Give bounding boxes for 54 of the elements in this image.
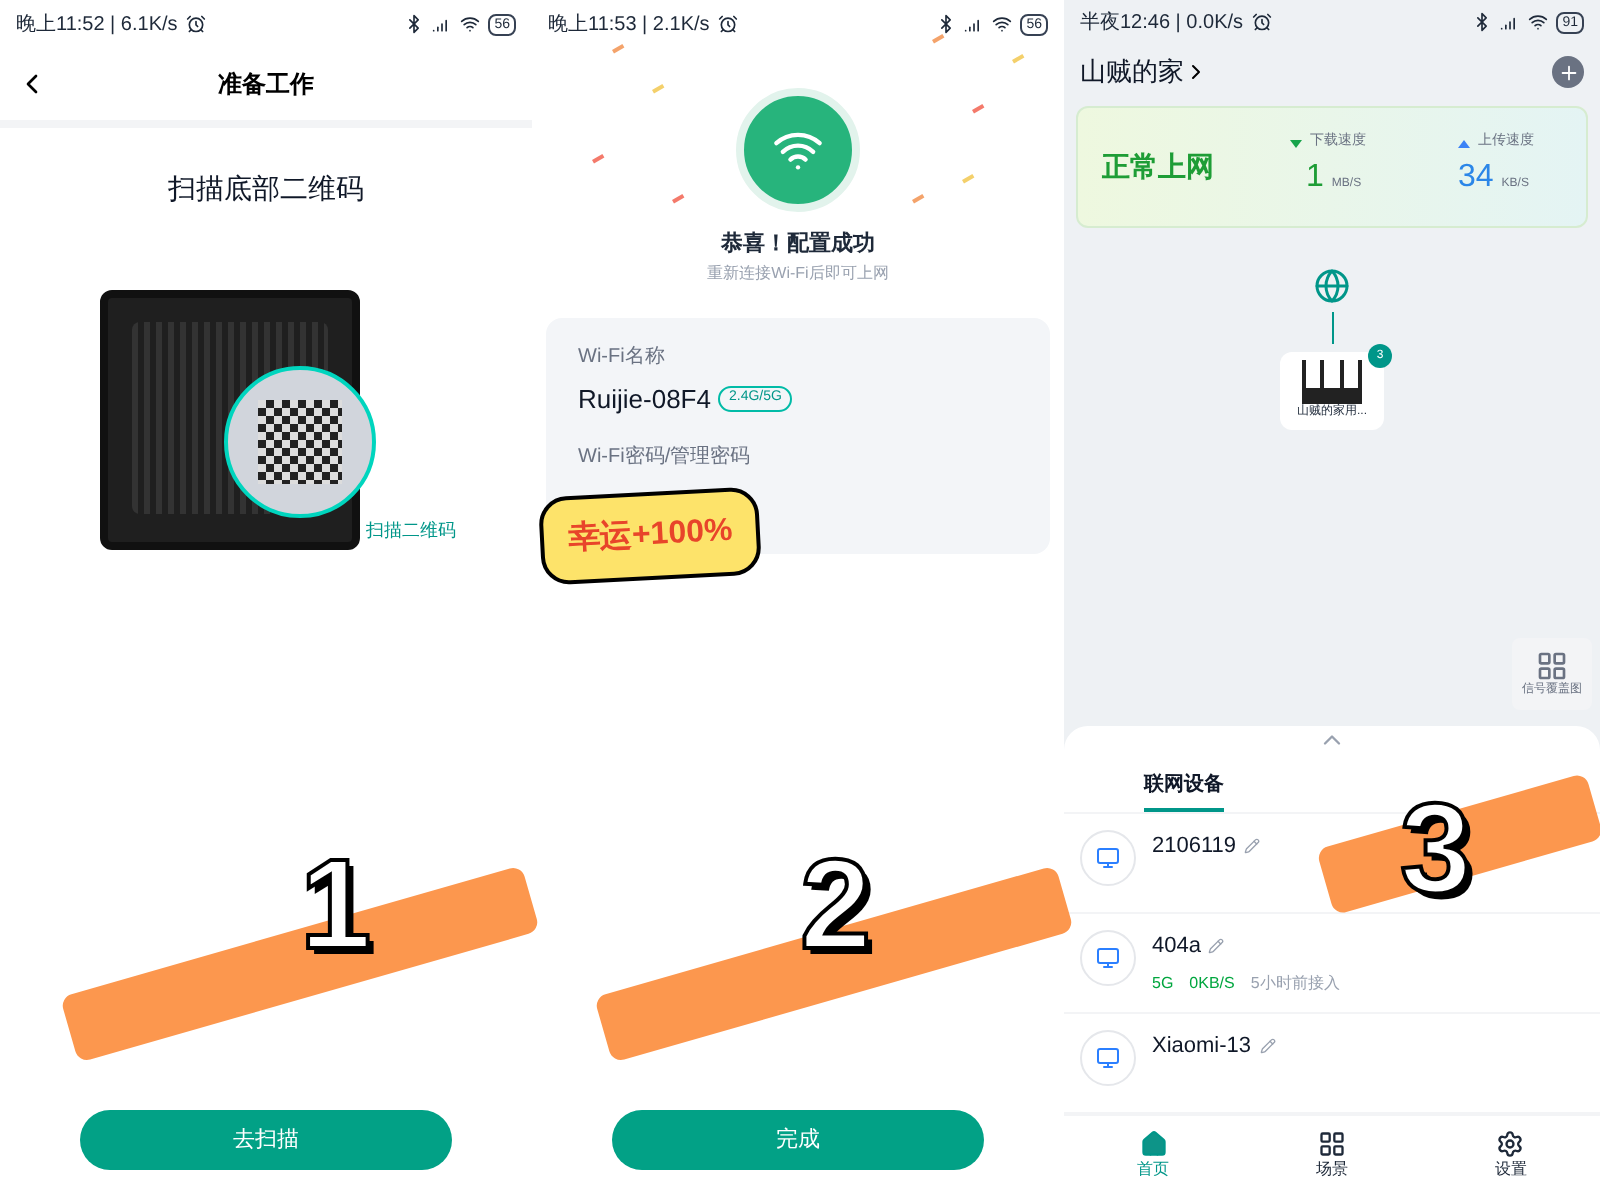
router-icon (1302, 360, 1362, 404)
signal-icon (1500, 12, 1521, 33)
step-number: 3 (1400, 784, 1472, 912)
globe-icon (1314, 268, 1350, 304)
scan-callout-label: 扫描二维码 (366, 518, 456, 544)
edit-icon[interactable] (1259, 1038, 1276, 1055)
device-speed: 0KB/S (1189, 971, 1235, 995)
device-icon (1080, 830, 1136, 886)
nav-tab[interactable]: 设置 (1494, 1129, 1527, 1181)
home-icon (1139, 1129, 1168, 1157)
signal-icon (432, 14, 453, 34)
nav-tab[interactable]: 场景 (1315, 1129, 1348, 1181)
alarm-icon (185, 14, 206, 34)
alarm-icon (1251, 12, 1272, 33)
network-status: 正常上网 (1102, 148, 1216, 187)
wifi-icon (460, 14, 481, 34)
password-label: Wi-Fi密码/管理密码 (578, 443, 751, 472)
grid-icon (1317, 1129, 1346, 1157)
device-tab[interactable]: 联网设备 (1144, 770, 1224, 812)
device-name: 2106119 (1152, 832, 1237, 862)
edit-icon[interactable] (1208, 938, 1225, 955)
signal-icon (964, 14, 985, 34)
add-button[interactable] (1552, 56, 1584, 88)
wifi-icon (992, 14, 1013, 34)
device-icon (1080, 1030, 1136, 1086)
down-arrow-icon (1290, 139, 1302, 148)
status-time: 半夜12:46 | 0.0K/s (1080, 9, 1244, 38)
nav-tab[interactable]: 首页 (1137, 1129, 1170, 1181)
connection-line (1331, 312, 1333, 344)
scan-heading: 扫描底部二维码 (168, 170, 364, 208)
device-name: Xiaomi-13 (1152, 1032, 1252, 1062)
device-name: 404a (1152, 932, 1201, 962)
gear-icon (1496, 1129, 1525, 1157)
status-time: 晚上11:53 | 2.1K/s (548, 11, 710, 39)
up-arrow-icon (1458, 139, 1470, 148)
edit-icon[interactable] (1244, 838, 1261, 855)
success-message: 恭喜！配置成功 (721, 229, 875, 260)
device-connected-time: 5小时前接入 (1250, 971, 1340, 995)
bluetooth-icon (936, 14, 957, 34)
wifi-name-label: Wi-Fi名称 (578, 343, 665, 371)
floor-plan-icon (1536, 649, 1568, 681)
plus-icon (1557, 61, 1579, 83)
reconnect-hint: 重新连接Wi-Fi后即可上网 (707, 261, 889, 285)
band-label: 5G (1152, 971, 1174, 995)
device-icon (1080, 930, 1136, 986)
status-time: 晚上11:52 | 6.1K/s (16, 11, 178, 39)
wifi-name: Ruijie-08F4 (578, 381, 711, 418)
home-name[interactable]: 山贼的家 (1080, 52, 1184, 92)
upload-value: 34 (1458, 157, 1494, 198)
alarm-icon (717, 14, 738, 34)
bluetooth-icon (404, 14, 425, 34)
download-value: 1 (1306, 157, 1324, 198)
bluetooth-icon (1472, 12, 1493, 33)
page-title: 准备工作 (218, 68, 314, 102)
